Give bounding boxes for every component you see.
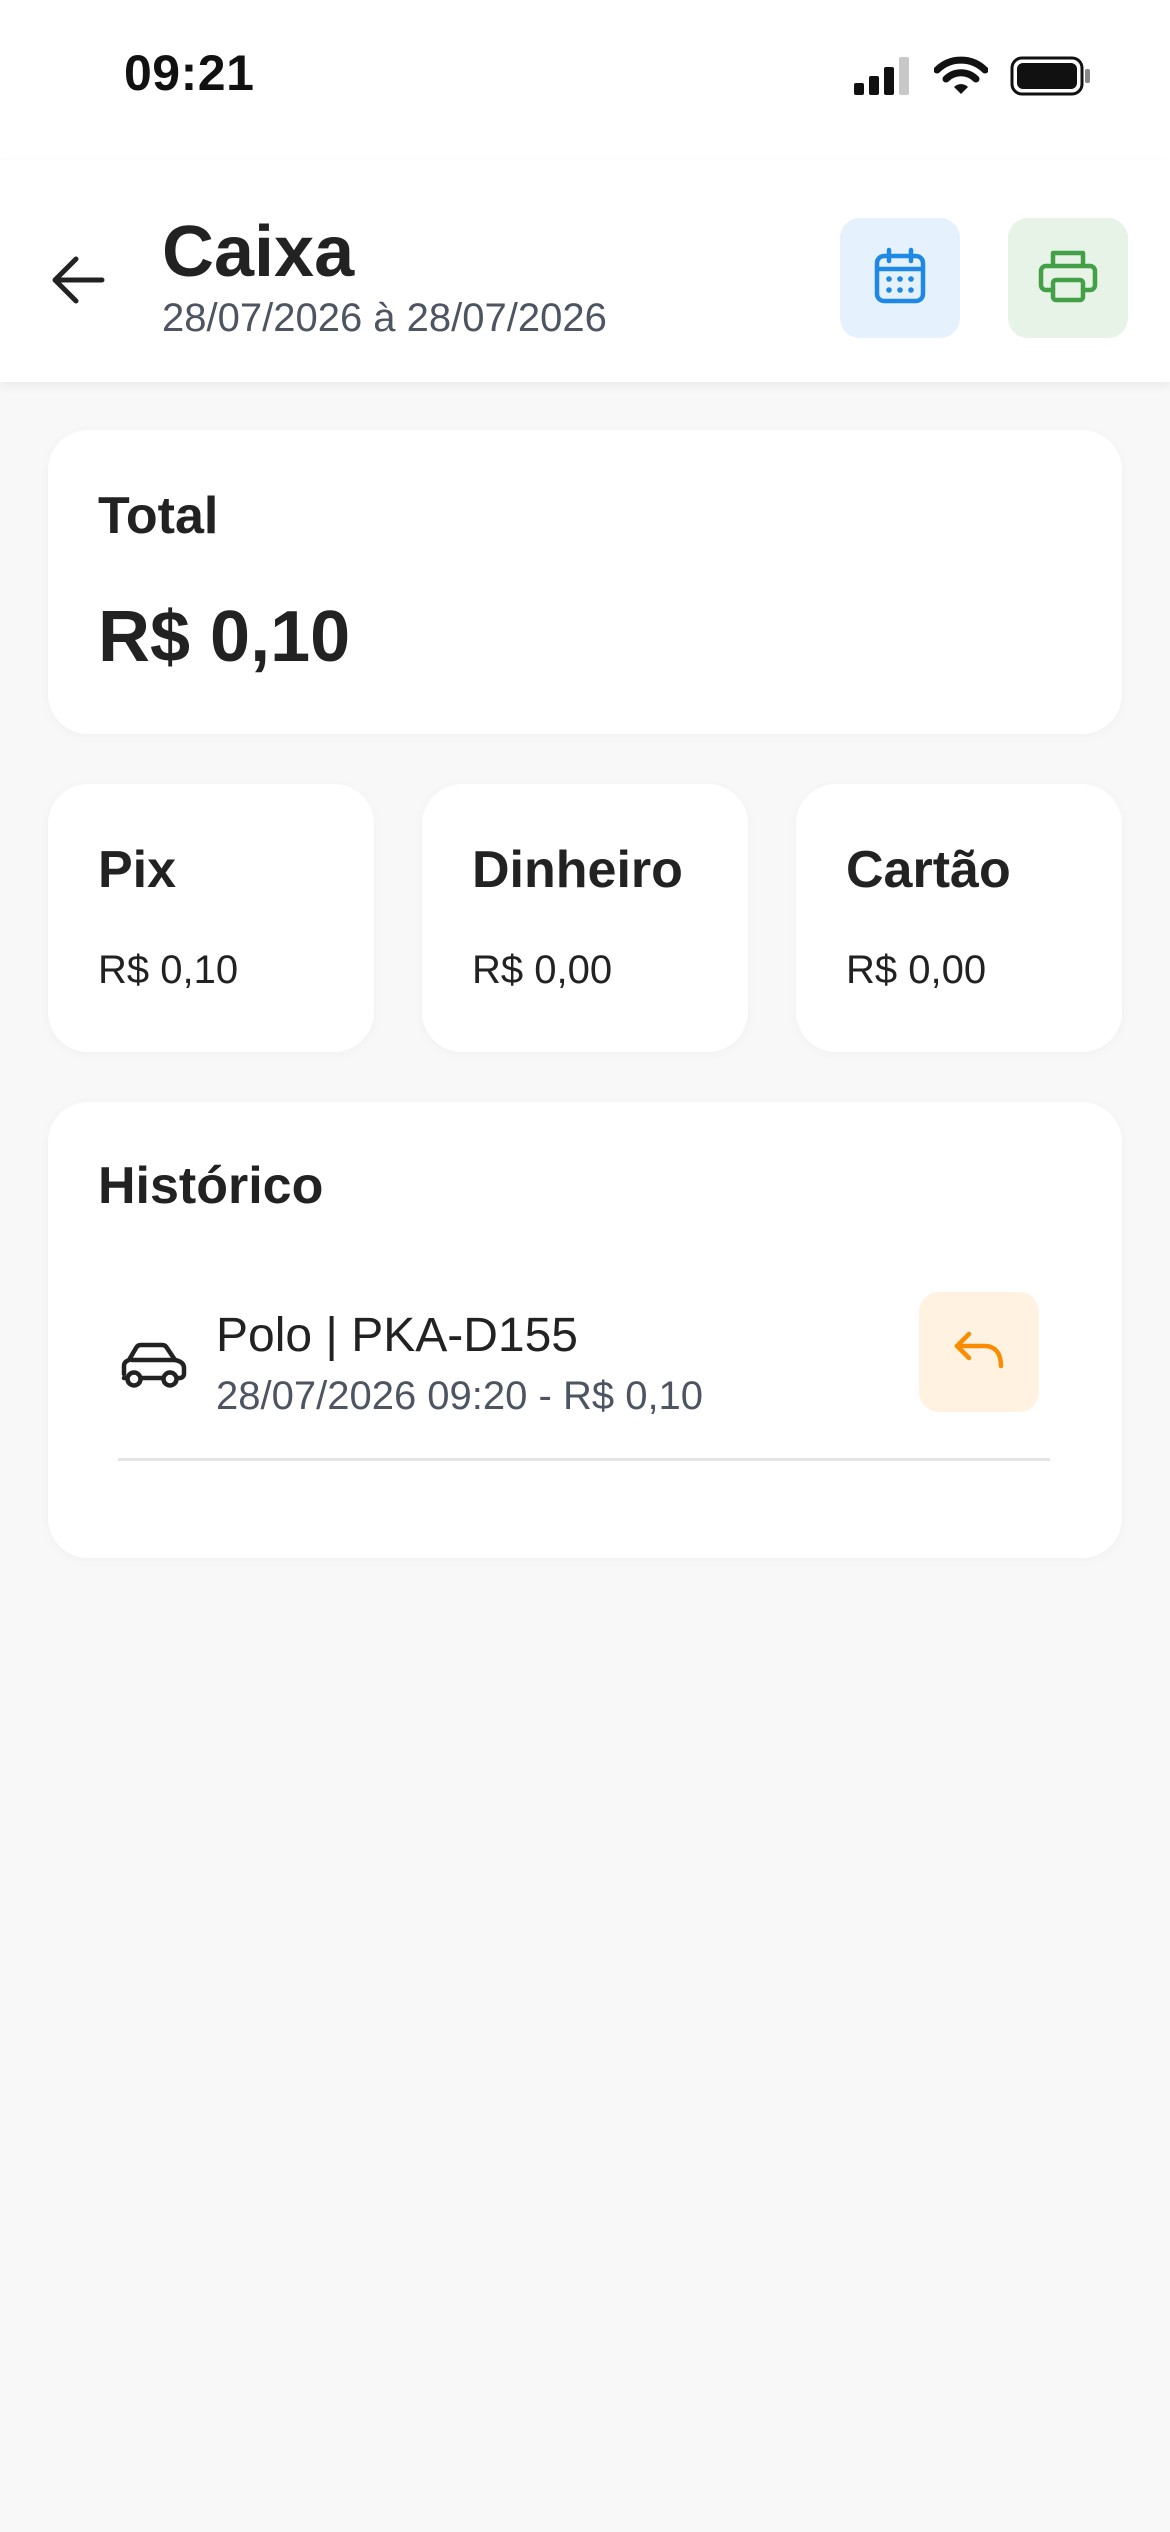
status-bar: 09:21 xyxy=(0,0,1170,160)
total-value: R$ 0,10 xyxy=(98,597,351,677)
payment-card-cartao: Cartão R$ 0,00 xyxy=(796,784,1122,1052)
payment-label: Dinheiro xyxy=(472,841,683,899)
battery-icon xyxy=(1010,56,1092,101)
total-label: Total xyxy=(98,487,219,545)
back-button[interactable] xyxy=(38,242,118,322)
payment-card-dinheiro: Dinheiro R$ 0,00 xyxy=(422,784,748,1052)
history-card: Histórico Polo | PKA-D155 28/07/2026 09:… xyxy=(48,1102,1122,1558)
status-time: 09:21 xyxy=(124,45,255,101)
undo-button[interactable] xyxy=(919,1292,1039,1412)
page-title: Caixa xyxy=(162,212,355,292)
cellular-signal-icon xyxy=(854,57,912,100)
car-icon xyxy=(118,1340,188,1395)
app-header: Caixa 28/07/2026 à 28/07/2026 xyxy=(0,160,1170,382)
payment-card-pix: Pix R$ 0,10 xyxy=(48,784,374,1052)
undo-icon xyxy=(951,1328,1007,1377)
history-item-subtitle: 28/07/2026 09:20 - R$ 0,10 xyxy=(216,1374,704,1418)
payment-label: Cartão xyxy=(846,841,1011,899)
payment-value: R$ 0,00 xyxy=(472,948,613,992)
arrow-left-icon xyxy=(50,255,106,310)
print-button[interactable] xyxy=(1008,218,1128,338)
payment-value: R$ 0,10 xyxy=(98,948,239,992)
date-range: 28/07/2026 à 28/07/2026 xyxy=(162,296,607,340)
printer-icon xyxy=(1038,248,1098,309)
calendar-icon xyxy=(873,247,927,310)
history-title: Histórico xyxy=(98,1157,324,1215)
payment-value: R$ 0,00 xyxy=(846,948,987,992)
history-item[interactable]: Polo | PKA-D155 28/07/2026 09:20 - R$ 0,… xyxy=(118,1292,1050,1461)
history-item-title: Polo | PKA-D155 xyxy=(216,1309,578,1362)
status-icons xyxy=(854,56,1092,101)
payment-label: Pix xyxy=(98,841,177,899)
wifi-icon xyxy=(933,56,989,101)
total-card: Total R$ 0,10 xyxy=(48,430,1122,734)
calendar-button[interactable] xyxy=(840,218,960,338)
